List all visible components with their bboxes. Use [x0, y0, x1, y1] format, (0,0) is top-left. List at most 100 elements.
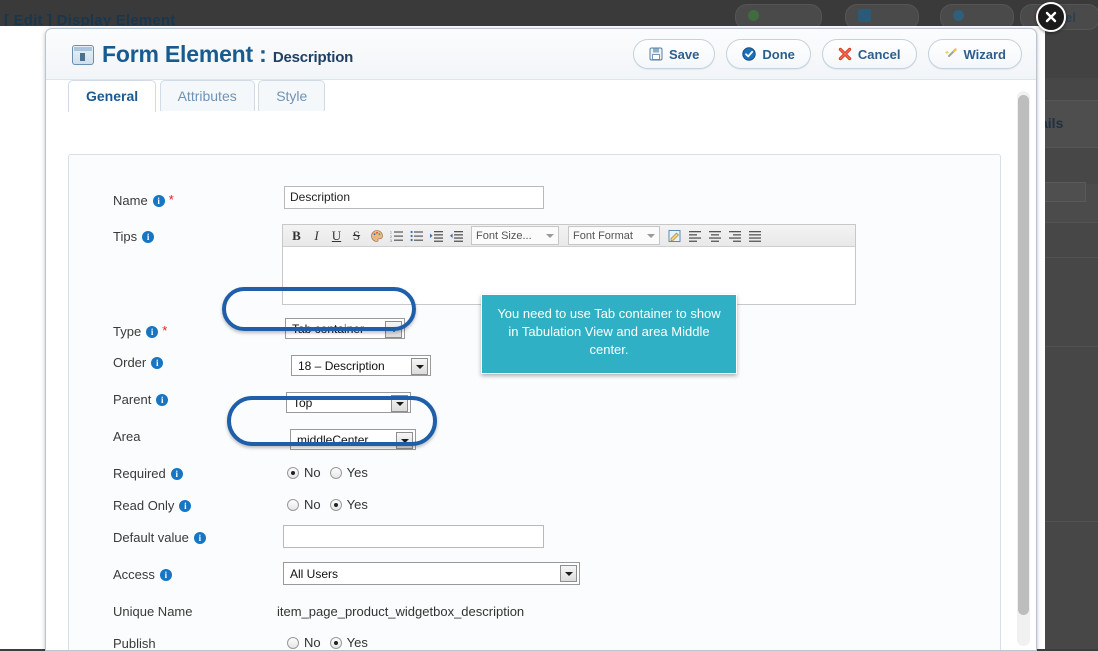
- background-field-box: [1044, 182, 1086, 202]
- info-icon[interactable]: i: [156, 394, 169, 406]
- publish-radio-yes[interactable]: Yes: [329, 635, 368, 650]
- background-row: [1038, 222, 1098, 258]
- cancel-button[interactable]: Cancel: [821, 39, 917, 69]
- numbered-list-icon[interactable]: 123: [388, 227, 405, 244]
- parent-select[interactable]: Top: [286, 392, 411, 413]
- dialog-title-prefix: Form Element :: [102, 41, 267, 67]
- bulleted-list-icon[interactable]: [408, 227, 425, 244]
- unique-name-value: item_page_product_widgetbox_description: [277, 604, 525, 619]
- background-row: [1038, 146, 1098, 185]
- wizard-button-label: Wizard: [963, 46, 1007, 62]
- bold-icon[interactable]: B: [288, 227, 305, 244]
- info-icon[interactable]: i: [151, 357, 164, 369]
- general-tab-panel: Namei* Description Tipsi B I U S 123: [68, 154, 1001, 650]
- dialog-header: Form Element : Description Save Done Can…: [46, 29, 1036, 80]
- info-icon[interactable]: i: [179, 500, 192, 512]
- radio-dot: [287, 636, 299, 649]
- read-only-radio-no[interactable]: No: [287, 497, 321, 512]
- area-field-label: Area: [113, 429, 141, 444]
- close-icon[interactable]: [1036, 2, 1066, 32]
- info-icon[interactable]: i: [142, 231, 155, 243]
- publish-radio-group: No Yes: [287, 635, 368, 650]
- dialog-title-value: Description: [272, 49, 354, 66]
- align-right-icon[interactable]: [726, 227, 743, 244]
- chevron-down-icon: [546, 233, 554, 238]
- dialog-actions: Save Done Cancel Wizard: [632, 39, 1022, 69]
- area-select[interactable]: middleCenter: [290, 429, 416, 450]
- align-center-icon[interactable]: [706, 227, 723, 244]
- tips-rich-text-editor[interactable]: B I U S 123 Font Size... Font Format: [282, 224, 856, 305]
- chevron-down-icon: [647, 233, 655, 238]
- done-button[interactable]: Done: [726, 39, 811, 69]
- tab-attributes[interactable]: Attributes: [159, 80, 255, 112]
- name-field-label: Name i *: [113, 192, 174, 208]
- background-row: [1038, 520, 1098, 522]
- tab-style[interactable]: Style: [258, 80, 326, 112]
- panel-scroll-area: Namei* Description Tipsi B I U S 123: [69, 155, 1000, 650]
- radio-dot: [329, 466, 342, 479]
- done-button-label: Done: [762, 46, 795, 62]
- tips-field-label: Tips i: [113, 229, 155, 244]
- annotation-tooltip: You need to use Tab container to show in…: [481, 294, 737, 374]
- wizard-button[interactable]: Wizard: [927, 39, 1022, 69]
- source-edit-icon[interactable]: [666, 227, 683, 244]
- radio-dot: [287, 498, 299, 511]
- background-button-3-icon: [953, 10, 964, 21]
- font-size-select[interactable]: Font Size...: [471, 226, 559, 245]
- unique-name-field-label: Unique Name: [113, 604, 193, 619]
- info-icon[interactable]: i: [146, 326, 159, 338]
- tab-bar: General Attributes Style: [46, 80, 1036, 112]
- order-select[interactable]: 18 – Description: [291, 355, 431, 376]
- required-radio-no[interactable]: No: [287, 465, 321, 480]
- red-x-icon: [838, 47, 852, 61]
- radio-dot: [287, 466, 299, 479]
- background-row: [1038, 345, 1098, 347]
- order-field-label: Order i: [113, 355, 164, 370]
- save-button-label: Save: [668, 46, 700, 62]
- read-only-radio-group: No Yes: [287, 497, 368, 512]
- background-button-2-icon: [858, 9, 871, 22]
- type-field-label: Type i *: [113, 323, 168, 339]
- chevron-down-icon: [391, 395, 408, 412]
- read-only-radio-yes[interactable]: Yes: [329, 497, 368, 512]
- required-radio-group: No Yes: [287, 465, 368, 480]
- publish-radio-no[interactable]: No: [287, 635, 321, 650]
- check-circle-icon: [742, 47, 757, 61]
- info-icon[interactable]: i: [170, 468, 183, 480]
- magic-wand-icon: [944, 47, 958, 61]
- required-asterisk: *: [168, 192, 174, 207]
- tab-general[interactable]: General: [68, 80, 157, 112]
- radio-dot: [329, 498, 342, 511]
- decrease-indent-icon[interactable]: [448, 227, 465, 244]
- required-radio-yes[interactable]: Yes: [329, 465, 368, 480]
- required-asterisk: *: [162, 323, 168, 338]
- editor-toolbar: B I U S 123 Font Size... Font Format: [283, 225, 855, 247]
- default-value-input[interactable]: [283, 525, 544, 548]
- align-left-icon[interactable]: [686, 227, 703, 244]
- dialog-scrollbar-thumb[interactable]: [1018, 95, 1029, 615]
- text-color-palette-icon[interactable]: [368, 227, 385, 244]
- underline-icon[interactable]: U: [328, 227, 345, 244]
- parent-field-label: Parent i: [113, 392, 169, 407]
- default-value-field-label: Default value i: [113, 530, 206, 545]
- chevron-down-icon: [411, 358, 428, 375]
- form-window-icon: [72, 45, 94, 65]
- italic-icon[interactable]: I: [308, 227, 325, 244]
- info-icon[interactable]: i: [159, 569, 172, 581]
- type-select[interactable]: Tab container: [285, 318, 405, 339]
- background-button-1-icon: [748, 10, 759, 21]
- cancel-button-label: Cancel: [857, 46, 901, 62]
- align-justify-icon[interactable]: [746, 227, 763, 244]
- dialog-scrollbar-track[interactable]: [1017, 91, 1030, 646]
- increase-indent-icon[interactable]: [428, 227, 445, 244]
- info-icon[interactable]: i: [193, 532, 206, 544]
- strikethrough-icon[interactable]: S: [348, 227, 365, 244]
- floppy-disk-icon: [649, 47, 663, 61]
- access-field-label: Access i: [113, 567, 172, 582]
- save-button[interactable]: Save: [632, 39, 716, 69]
- name-input[interactable]: Description: [284, 186, 544, 209]
- info-icon[interactable]: i: [152, 195, 165, 207]
- font-format-select[interactable]: Font Format: [568, 226, 660, 245]
- access-select[interactable]: All Users: [283, 562, 580, 585]
- chevron-down-icon: [560, 565, 577, 582]
